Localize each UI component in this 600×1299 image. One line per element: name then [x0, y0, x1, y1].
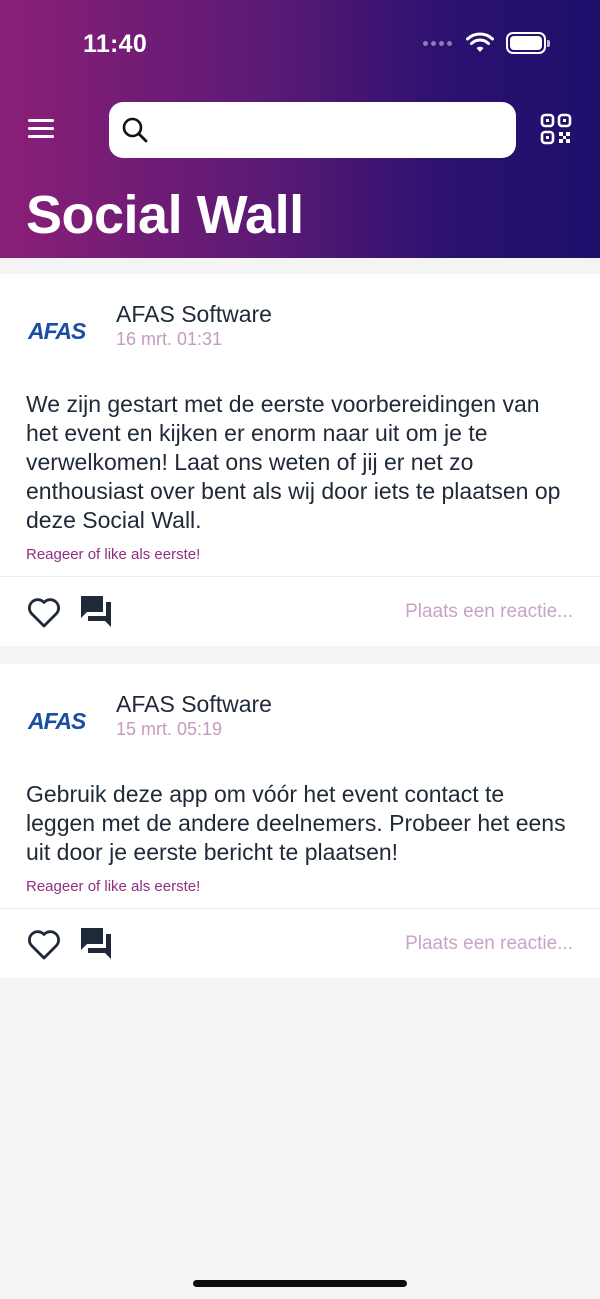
page-title: Social Wall [26, 185, 304, 245]
post-card: AFAS AFAS Software 16 mrt. 01:31 We zijn… [0, 274, 600, 646]
status-time: 11:40 [83, 30, 148, 58]
reply-input-link[interactable]: Plaats een reactie... [405, 601, 573, 623]
qr-code-icon [540, 113, 572, 145]
home-indicator[interactable] [193, 1280, 407, 1287]
search-input[interactable] [157, 110, 497, 150]
signal-icon [423, 40, 452, 46]
post-author[interactable]: AFAS Software [116, 691, 272, 718]
author-logo: AFAS [28, 318, 86, 344]
post-text: Gebruik deze app om vóór het event conta… [26, 781, 566, 865]
comment-icon [81, 928, 111, 959]
like-button[interactable] [26, 595, 62, 629]
qr-scan-button[interactable] [540, 113, 572, 145]
heart-icon [28, 598, 60, 628]
heart-icon [28, 930, 60, 960]
post-card: AFAS AFAS Software 15 mrt. 05:19 Gebruik… [0, 664, 600, 978]
like-button[interactable] [26, 927, 62, 961]
menu-icon [28, 119, 54, 122]
reaction-hint: Reageer of like als eerste! [26, 878, 201, 895]
app-header: 11:40 Social Wall [0, 0, 600, 258]
comment-button[interactable] [78, 925, 114, 961]
post-author[interactable]: AFAS Software [116, 301, 272, 328]
post-date: 15 mrt. 05:19 [116, 719, 223, 739]
status-icons [423, 32, 550, 54]
battery-icon [506, 32, 550, 54]
reaction-hint: Reageer of like als eerste! [26, 546, 201, 563]
post-date: 16 mrt. 01:31 [116, 329, 223, 349]
divider [0, 576, 600, 577]
menu-button[interactable] [28, 119, 56, 141]
search-bar[interactable] [109, 102, 516, 158]
comment-icon [81, 596, 111, 627]
search-icon [122, 117, 148, 143]
divider [0, 908, 600, 909]
comment-button[interactable] [78, 593, 114, 629]
reply-input-link[interactable]: Plaats een reactie... [405, 933, 573, 955]
post-text: We zijn gestart met de eerste voorbereid… [26, 391, 561, 533]
author-logo: AFAS [28, 708, 86, 734]
wifi-icon [466, 32, 494, 52]
